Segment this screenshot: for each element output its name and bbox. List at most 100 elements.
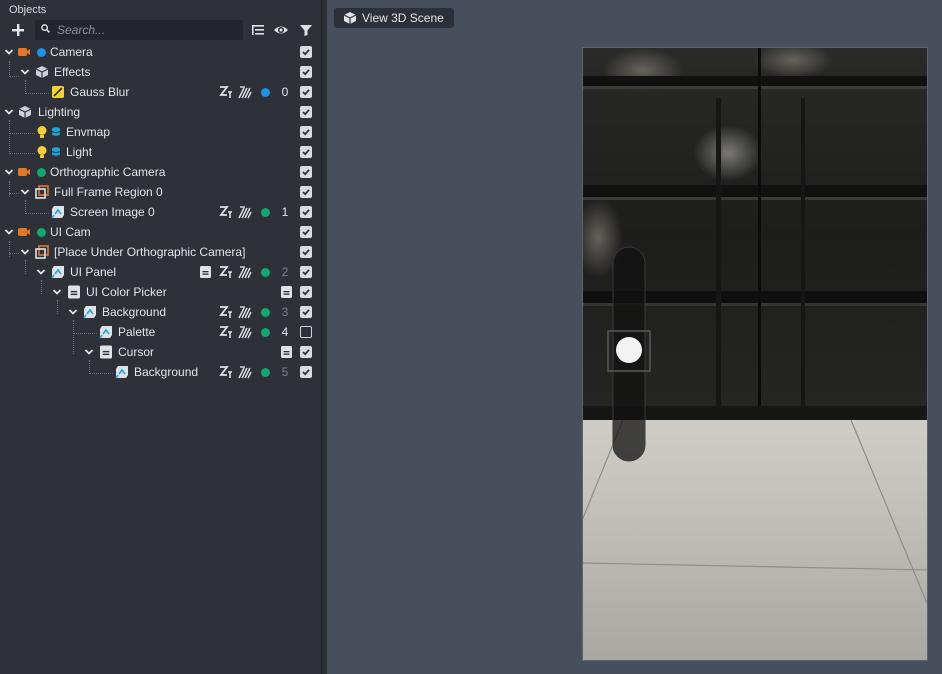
enabled-checkbox[interactable] — [300, 266, 312, 278]
layers-icon[interactable] — [238, 265, 252, 279]
layers-icon[interactable] — [238, 365, 252, 379]
render-order-icon[interactable] — [219, 85, 233, 99]
chevron-down-icon[interactable] — [20, 187, 30, 197]
script-icon[interactable] — [281, 346, 292, 358]
tree-row-full-frame-region[interactable]: Full Frame Region 0 — [0, 182, 322, 202]
enabled-checkbox[interactable] — [300, 306, 312, 318]
chevron-down-icon[interactable] — [4, 107, 14, 117]
tree-row-light[interactable]: Light — [0, 142, 322, 162]
chevron-down-icon[interactable] — [4, 47, 14, 57]
layers-icon[interactable] — [238, 205, 252, 219]
cube-icon — [18, 106, 32, 118]
enabled-checkbox[interactable] — [300, 106, 312, 118]
cube-icon — [35, 66, 49, 78]
tree-row-screen-image[interactable]: Screen Image 0 1 — [0, 202, 322, 222]
enabled-checkbox[interactable] — [300, 166, 312, 178]
tree-row-lighting[interactable]: Lighting — [0, 102, 322, 122]
status-dot — [37, 48, 46, 57]
view-3d-scene-button[interactable]: View 3D Scene — [334, 8, 454, 28]
frame-region-icon — [35, 185, 49, 199]
tree-row-ui-panel[interactable]: UI Panel 2 — [0, 262, 322, 282]
objects-panel: Objects Search... Camera Effects Gauss B… — [0, 0, 322, 674]
render-order-icon[interactable] — [219, 305, 233, 319]
render-order-icon[interactable] — [219, 365, 233, 379]
tree-row-effects[interactable]: Effects — [0, 62, 322, 82]
light-bulb-icon — [37, 126, 47, 138]
render-order-value: 0 — [281, 85, 289, 99]
eye-icon[interactable] — [273, 22, 289, 38]
chevron-down-icon[interactable] — [68, 307, 78, 317]
chevron-down-icon[interactable] — [36, 267, 46, 277]
tree-label: [Place Under Orthographic Camera] — [54, 245, 246, 259]
tree-row-camera[interactable]: Camera — [0, 42, 322, 62]
objects-toolbar — [0, 19, 322, 42]
tree-row-place-under[interactable]: [Place Under Orthographic Camera] — [0, 242, 322, 262]
render-order-icon[interactable] — [219, 205, 233, 219]
plus-icon — [12, 24, 24, 36]
enabled-checkbox[interactable] — [300, 186, 312, 198]
search-box[interactable] — [35, 20, 243, 40]
cube-icon — [343, 12, 357, 24]
layers-icon[interactable] — [238, 305, 252, 319]
tree-row-orthographic-camera[interactable]: Orthographic Camera — [0, 162, 322, 182]
render-order-icon[interactable] — [219, 265, 233, 279]
tree-row-ui-cam[interactable]: UI Cam — [0, 222, 322, 242]
tree-label: Orthographic Camera — [50, 165, 166, 179]
post-effect-icon — [52, 86, 64, 98]
chevron-down-icon[interactable] — [4, 227, 14, 237]
enabled-checkbox[interactable] — [300, 206, 312, 218]
chevron-down-icon[interactable] — [84, 347, 94, 357]
enabled-checkbox[interactable] — [300, 126, 312, 138]
tree-label: Effects — [54, 65, 91, 79]
render-order-value: 2 — [281, 265, 289, 279]
enabled-checkbox[interactable] — [300, 46, 312, 58]
database-icon — [51, 127, 61, 136]
tree-row-cursor[interactable]: Cursor — [0, 342, 322, 362]
status-dot — [37, 168, 46, 177]
layer-dot — [261, 88, 270, 97]
search-input[interactable] — [57, 20, 237, 40]
enabled-checkbox[interactable] — [300, 66, 312, 78]
tree-label: Gauss Blur — [70, 85, 130, 99]
enabled-checkbox[interactable] — [300, 286, 312, 298]
tree-row-envmap[interactable]: Envmap — [0, 122, 322, 142]
add-object-button[interactable] — [10, 22, 26, 38]
enabled-checkbox[interactable] — [300, 246, 312, 258]
tree-label: Lighting — [38, 105, 81, 119]
render-order-icon[interactable] — [219, 325, 233, 339]
chevron-down-icon[interactable] — [4, 167, 14, 177]
script-icon[interactable] — [200, 266, 211, 278]
enabled-checkbox[interactable] — [300, 366, 312, 378]
scene-viewport[interactable]: View 3D Scene — [327, 0, 942, 674]
script-icon[interactable] — [281, 286, 292, 298]
enabled-checkbox[interactable] — [300, 226, 312, 238]
image-icon — [51, 206, 64, 219]
tree-label: Palette — [118, 325, 156, 339]
tree-row-cursor-background[interactable]: Background 5 — [0, 362, 322, 382]
layers-icon[interactable] — [238, 85, 252, 99]
hierarchy-list-icon[interactable] — [250, 22, 266, 38]
enabled-checkbox[interactable] — [300, 86, 312, 98]
enabled-checkbox[interactable] — [300, 146, 312, 158]
layer-dot — [261, 268, 270, 277]
layers-icon[interactable] — [238, 325, 252, 339]
tree-label: Cursor — [118, 345, 155, 359]
tree-row-background[interactable]: Background 3 — [0, 302, 322, 322]
enabled-checkbox[interactable] — [300, 346, 312, 358]
light-bulb-icon — [37, 146, 47, 158]
filter-icon[interactable] — [298, 22, 314, 38]
enabled-checkbox[interactable] — [300, 326, 312, 338]
preview-frame[interactable] — [582, 47, 928, 661]
tree-row-ui-color-picker[interactable]: UI Color Picker — [0, 282, 322, 302]
chevron-down-icon[interactable] — [20, 67, 30, 77]
tree-row-gauss-blur[interactable]: Gauss Blur 0 — [0, 82, 322, 102]
chevron-down-icon[interactable] — [20, 247, 30, 257]
tree-label: Screen Image 0 — [70, 205, 155, 219]
chevron-down-icon[interactable] — [52, 287, 62, 297]
panel-title: Objects — [9, 4, 47, 16]
tree-row-palette[interactable]: Palette 4 — [0, 322, 322, 342]
tree-label: UI Panel — [70, 265, 117, 279]
object-icon — [68, 285, 80, 299]
render-order-value: 1 — [281, 205, 289, 219]
frame-region-icon — [35, 245, 49, 259]
